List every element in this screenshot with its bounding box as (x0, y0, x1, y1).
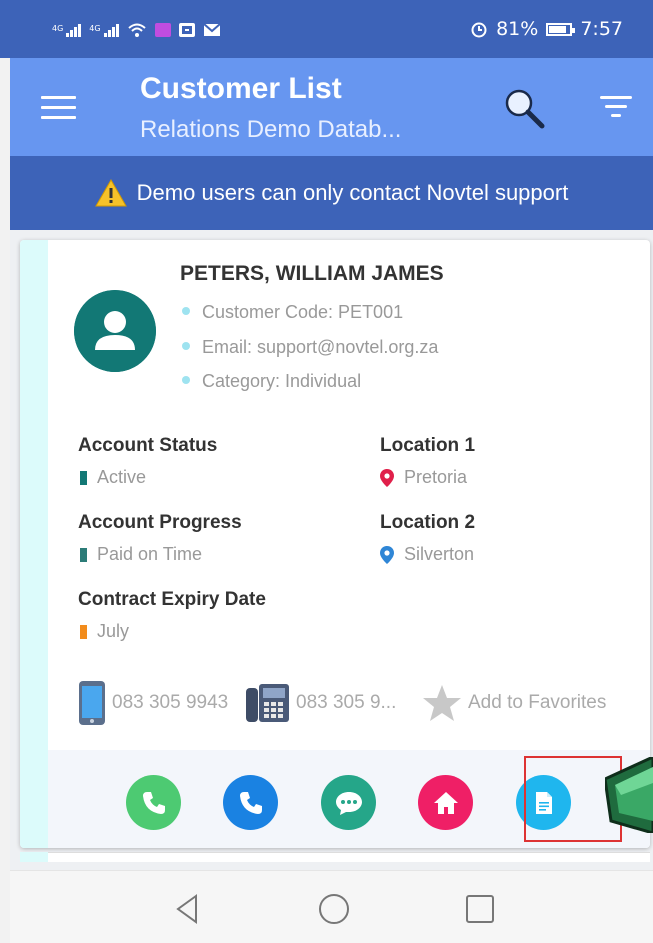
home-button[interactable] (418, 775, 473, 830)
contract-expiry-text: July (97, 621, 130, 641)
status-marker-icon (80, 470, 87, 485)
warning-icon (94, 178, 127, 207)
battery-icon (546, 22, 576, 36)
location-2-value: Silverton (380, 544, 474, 565)
customer-email: Email: support@novtel.org.za (182, 337, 438, 358)
desk-phone-icon (246, 684, 289, 722)
home-circle-icon[interactable] (318, 893, 350, 925)
message-button[interactable] (321, 775, 376, 830)
chat-icon (335, 791, 362, 815)
account-status-label: Account Status (78, 435, 218, 456)
phone-icon (239, 791, 262, 814)
location-2-text: Silverton (404, 544, 475, 564)
back-icon[interactable] (172, 893, 204, 925)
clock: 7:57 (580, 18, 623, 40)
account-progress-value: Paid on Time (80, 544, 202, 565)
next-card (20, 852, 650, 862)
landline-contact[interactable]: 083 305 9... (246, 680, 396, 726)
customer-name: PETERS, WILLIAM JAMES (180, 262, 444, 285)
emerald-cursor-icon (605, 757, 653, 833)
alarm-icon (471, 22, 487, 38)
landline-number: 083 305 9... (296, 692, 397, 713)
filter-icon[interactable] (600, 96, 632, 122)
home-icon (433, 791, 458, 814)
location-1-value: Pretoria (380, 467, 467, 488)
status-icons-right: 81% 7:57 (470, 18, 623, 40)
menu-icon[interactable] (41, 96, 76, 120)
mobile-number: 083 305 9943 (112, 692, 229, 713)
signal-1-label: 4G (52, 23, 64, 33)
search-icon[interactable] (502, 86, 546, 130)
location-pin-icon (380, 468, 394, 487)
messenger-icon (154, 23, 171, 37)
contract-expiry-label: Contract Expiry Date (78, 589, 266, 610)
call-mobile-button[interactable] (126, 775, 181, 830)
location-2-label: Location 2 (380, 512, 476, 533)
page-subtitle: Relations Demo Datab... (140, 116, 402, 143)
signal-2-icon: 4G (89, 23, 119, 37)
add-to-favorites[interactable]: Add to Favorites (422, 680, 606, 726)
next-card-stripe (20, 852, 48, 862)
progress-marker-icon (80, 547, 87, 562)
status-bar: 4G 4G 81% 7:57 (0, 0, 653, 58)
location-1-label: Location 1 (380, 435, 476, 456)
wifi-icon (127, 23, 146, 37)
account-status-text: Active (97, 467, 147, 487)
location-pin-icon (380, 545, 394, 564)
expiry-marker-icon (80, 624, 87, 639)
recents-icon[interactable] (464, 893, 496, 925)
mail-icon (202, 23, 221, 36)
location-1-text: Pretoria (404, 467, 468, 487)
mobile-contact[interactable]: 083 305 9943 (78, 680, 228, 726)
contact-row: 083 305 9943 083 305 9... Add to Favorit… (78, 680, 638, 726)
app-bar: Customer List Relations Demo Datab... (10, 58, 653, 156)
system-nav-bar (10, 870, 653, 943)
mobile-phone-icon (79, 681, 105, 725)
favorites-label: Add to Favorites (468, 692, 607, 713)
call-landline-button[interactable] (223, 775, 278, 830)
signal-1-icon: 4G (52, 23, 82, 37)
action-bar (48, 750, 650, 848)
battery-percent: 81% (496, 18, 539, 40)
account-progress-text: Paid on Time (97, 544, 203, 564)
phone-icon (142, 791, 165, 814)
status-icons-left: 4G 4G (52, 22, 221, 38)
account-progress-label: Account Progress (78, 512, 242, 533)
customer-code: Customer Code: PET001 (182, 302, 403, 323)
demo-warning-banner: Demo users can only contact Novtel suppo… (10, 156, 653, 230)
star-icon (423, 685, 461, 721)
page-title: Customer List (140, 72, 342, 105)
customer-category: Category: Individual (182, 371, 361, 392)
account-status-value: Active (80, 467, 146, 488)
contract-expiry-value: July (80, 621, 129, 642)
customer-card[interactable]: PETERS, WILLIAM JAMES Customer Code: PET… (20, 240, 650, 848)
banner-text: Demo users can only contact Novtel suppo… (136, 180, 569, 205)
facebook-icon (178, 23, 195, 37)
card-accent-stripe (20, 240, 48, 848)
signal-2-label: 4G (89, 23, 101, 33)
avatar (74, 290, 156, 372)
